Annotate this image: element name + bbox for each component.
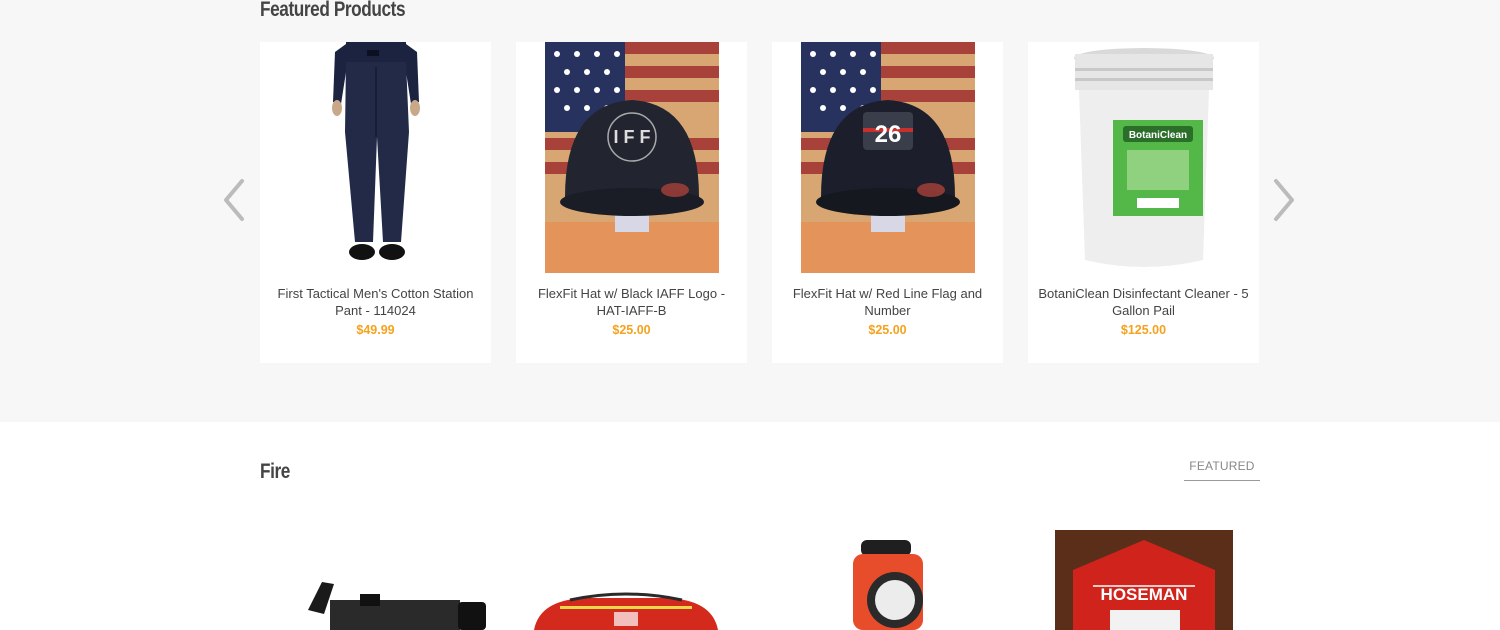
product-card[interactable]: I F F FlexFit Hat w/ Black IAFF Logo - H… xyxy=(516,42,747,363)
product-price: $49.99 xyxy=(356,323,395,337)
product-image-pail[interactable]: BotaniClean xyxy=(1057,42,1231,273)
product-card[interactable]: 26 FlexFit Hat w/ Red Line Flag and Numb… xyxy=(772,42,1003,363)
fire-section-title: Fire xyxy=(260,460,290,483)
carousel-prev-button[interactable] xyxy=(220,177,250,223)
product-price: $25.00 xyxy=(612,323,651,337)
product-name[interactable]: FlexFit Hat w/ Red Line Flag and Number xyxy=(782,286,993,319)
fire-section: Fire FEATURED HOSEMAN xyxy=(0,422,1500,630)
product-image-hat-iaff[interactable]: I F F xyxy=(545,42,719,273)
fire-product-image-nozzle[interactable] xyxy=(300,570,490,630)
product-name[interactable]: First Tactical Men's Cotton Station Pant… xyxy=(270,286,481,319)
product-card[interactable]: First Tactical Men's Cotton Station Pant… xyxy=(260,42,491,363)
product-card[interactable]: BotaniClean BotaniClean Disinfectant Cle… xyxy=(1028,42,1259,363)
product-image-hat-flag[interactable]: 26 xyxy=(801,42,975,273)
hat-logo-text: I F F xyxy=(614,127,651,147)
fire-product-image-bag[interactable] xyxy=(530,592,722,630)
carousel-next-button[interactable] xyxy=(1268,177,1298,223)
hat-number-text: 26 xyxy=(875,121,902,148)
chevron-left-icon xyxy=(224,179,244,221)
product-price: $125.00 xyxy=(1120,323,1167,337)
fire-product-image-lantern[interactable] xyxy=(845,540,937,630)
plaque-text: HOSEMAN xyxy=(1101,585,1188,604)
product-name[interactable]: FlexFit Hat w/ Black IAFF Logo - HAT-IAF… xyxy=(526,286,737,319)
product-price: $25.00 xyxy=(868,323,907,337)
featured-products-title: Featured Products xyxy=(260,0,406,21)
chevron-right-icon xyxy=(1274,179,1294,221)
product-name[interactable]: BotaniClean Disinfectant Cleaner - 5 Gal… xyxy=(1038,286,1249,319)
tab-featured[interactable]: FEATURED xyxy=(1184,459,1260,481)
featured-products-section: Featured Products First Tactical Men's C… xyxy=(0,0,1500,422)
pail-brand-text: BotaniClean xyxy=(1129,130,1187,141)
fire-product-image-plaque[interactable]: HOSEMAN xyxy=(1055,530,1233,630)
product-image-pants[interactable] xyxy=(289,42,463,273)
